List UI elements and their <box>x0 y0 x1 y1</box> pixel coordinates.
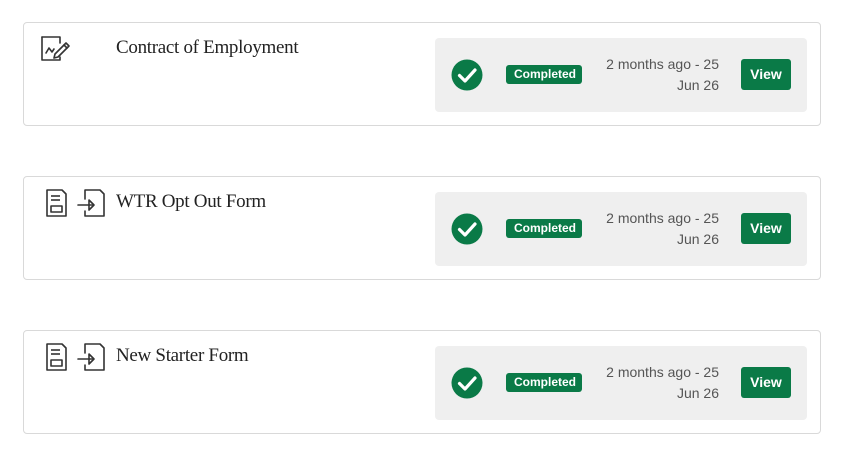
view-button[interactable]: View <box>741 367 791 398</box>
timestamp-line-2: Jun 26 <box>676 231 719 247</box>
form-document-icon <box>44 341 76 373</box>
document-card: Contract of Employment Completed 2 month… <box>23 22 821 126</box>
form-submit-icon <box>76 187 108 219</box>
timestamp-line-1: 2 months ago - 25 <box>606 56 719 72</box>
document-card: WTR Opt Out Form Completed 2 months ago … <box>23 176 821 280</box>
signature-icon <box>39 33 71 65</box>
timestamp-line-1: 2 months ago - 25 <box>606 210 719 226</box>
document-title: WTR Opt Out Form <box>116 191 266 212</box>
document-title: New Starter Form <box>116 345 249 366</box>
timestamp-line-1: 2 months ago - 25 <box>606 364 719 380</box>
status-panel: Completed 2 months ago - 25 Jun 26 View <box>435 192 807 266</box>
check-circle-icon <box>451 367 483 399</box>
form-submit-icon <box>76 341 108 373</box>
timestamp-line-2: Jun 26 <box>676 385 719 401</box>
document-list: Contract of Employment Completed 2 month… <box>0 0 845 460</box>
timestamp: 2 months ago - 25 Jun 26 <box>595 54 719 96</box>
status-badge: Completed <box>506 373 582 392</box>
timestamp-line-2: Jun 26 <box>676 77 719 93</box>
status-panel: Completed 2 months ago - 25 Jun 26 View <box>435 38 807 112</box>
document-title: Contract of Employment <box>116 37 299 58</box>
status-panel: Completed 2 months ago - 25 Jun 26 View <box>435 346 807 420</box>
timestamp: 2 months ago - 25 Jun 26 <box>595 208 719 250</box>
check-circle-icon <box>451 213 483 245</box>
form-document-icon <box>44 187 76 219</box>
status-badge: Completed <box>506 219 582 238</box>
view-button[interactable]: View <box>741 213 791 244</box>
view-button[interactable]: View <box>741 59 791 90</box>
check-circle-icon <box>451 59 483 91</box>
status-badge: Completed <box>506 65 582 84</box>
timestamp: 2 months ago - 25 Jun 26 <box>595 362 719 404</box>
document-card: New Starter Form Completed 2 months ago … <box>23 330 821 434</box>
